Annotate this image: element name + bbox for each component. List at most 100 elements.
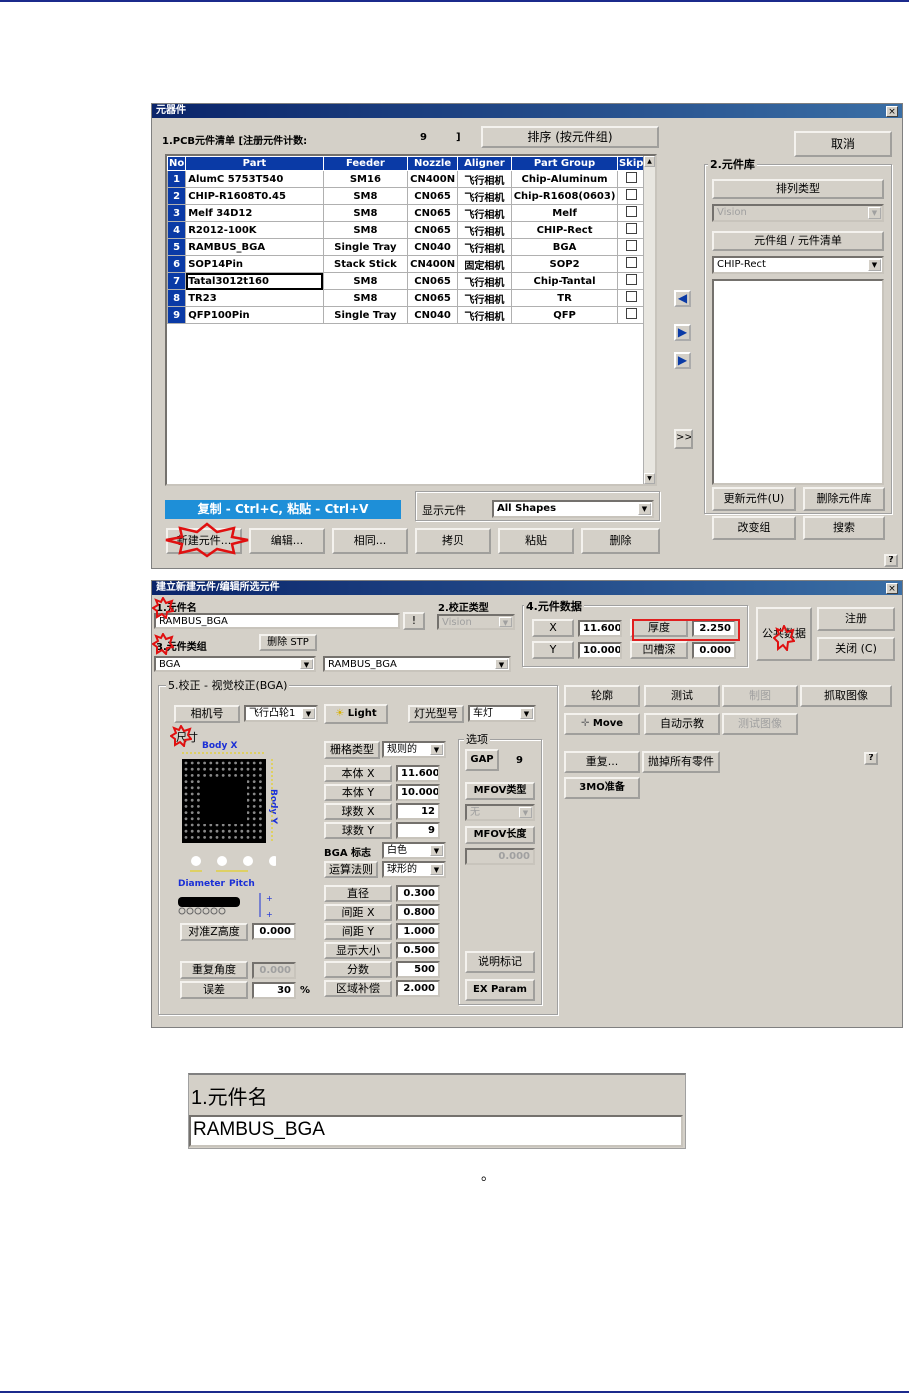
close-c-button[interactable]: 关闭 (C): [817, 637, 895, 661]
move-right-all-icon[interactable]: ▶: [674, 352, 691, 369]
scroll-down-icon[interactable]: ▼: [644, 473, 655, 484]
outline-button[interactable]: 轮廓: [564, 685, 640, 707]
close-icon[interactable]: ×: [886, 106, 898, 117]
body-y-field[interactable]: 10.000: [396, 784, 440, 801]
skip-checkbox[interactable]: [625, 274, 637, 285]
register-button[interactable]: 注册: [817, 607, 895, 631]
x-value-field[interactable]: 11.600: [578, 620, 622, 637]
mfov-length-button[interactable]: MFOV长度: [465, 826, 535, 844]
display-size-field[interactable]: 0.500: [396, 942, 440, 959]
sort-by-group-button[interactable]: 排序 (按元件组): [481, 126, 659, 148]
test-button[interactable]: 测试: [644, 685, 720, 707]
library-list[interactable]: [712, 279, 884, 485]
table-row[interactable]: 9 QFP100Pin Single Tray CN040 飞行相机 QFP: [166, 306, 645, 324]
auto-teach-button[interactable]: 自动示教: [644, 713, 720, 735]
skip-checkbox[interactable]: [625, 189, 637, 200]
part-list-scrollbar[interactable]: ▲ ▼: [643, 156, 655, 484]
y-value-field[interactable]: 10.000: [578, 642, 622, 659]
help-icon[interactable]: ?: [864, 752, 878, 765]
camera-select[interactable]: 飞行凸轮1 ▼: [244, 705, 318, 722]
show-part-select[interactable]: All Shapes ▼: [492, 500, 654, 518]
skip-checkbox[interactable]: [625, 291, 637, 302]
chevron-down-icon[interactable]: ▼: [300, 659, 313, 669]
zoom-part-name-input[interactable]: RAMBUS_BGA: [189, 1115, 683, 1147]
column-header[interactable]: Skip: [617, 156, 645, 171]
edit-button[interactable]: 编辑...: [249, 528, 325, 554]
grid-type-select[interactable]: 规则的 ▼: [382, 741, 446, 758]
part-name-warning-button[interactable]: !: [403, 612, 425, 630]
error-field[interactable]: 30: [252, 982, 296, 999]
recess-depth-field[interactable]: 0.000: [692, 642, 736, 659]
column-header[interactable]: Part Group: [510, 156, 619, 171]
table-row[interactable]: 3 Melf 34D12 SM8 CN065 飞行相机 Melf: [166, 204, 645, 222]
column-header[interactable]: No: [166, 156, 187, 171]
delete-stp-button[interactable]: 删除 STP: [259, 634, 317, 651]
table-row[interactable]: 1 AlumC 5753T540 SM16 CN400N 飞行相机 Chip-Alumin…: [166, 170, 645, 188]
table-row[interactable]: 6 SOP14Pin Stack Stick CN400N 固定相机 SOP2: [166, 255, 645, 273]
search-button[interactable]: 搜索: [803, 516, 885, 540]
part-subtype-select[interactable]: RAMBUS_BGA ▼: [323, 656, 511, 672]
pitch-y-field[interactable]: 1.000: [396, 923, 440, 940]
cancel-button[interactable]: 取消: [794, 131, 892, 157]
help-icon[interactable]: ?: [884, 554, 898, 567]
chevron-down-icon[interactable]: ▼: [430, 845, 443, 856]
ex-param-button[interactable]: EX Param: [465, 979, 535, 1001]
chevron-down-icon[interactable]: ▼: [638, 503, 651, 515]
light-type-select[interactable]: 车灯 ▼: [468, 705, 536, 722]
chevron-down-icon[interactable]: ▼: [520, 708, 533, 719]
close-icon[interactable]: ×: [886, 583, 898, 594]
mfov-length-field[interactable]: 0.000: [465, 848, 535, 865]
skip-checkbox[interactable]: [625, 308, 637, 319]
chevron-down-icon[interactable]: ▼: [868, 207, 881, 219]
ball-count-y-field[interactable]: 9: [396, 822, 440, 839]
draw-button[interactable]: 制图: [722, 685, 798, 707]
column-header[interactable]: Nozzle: [407, 156, 459, 171]
move-right-icon[interactable]: ▶: [674, 324, 691, 341]
pitch-x-field[interactable]: 0.800: [396, 904, 440, 921]
chevron-down-icon[interactable]: ▼: [430, 744, 443, 755]
skip-checkbox[interactable]: [625, 240, 637, 251]
skip-checkbox[interactable]: [625, 172, 637, 183]
algorithm-select[interactable]: 球形的 ▼: [382, 861, 446, 878]
mfov-type-button[interactable]: MFOV类型: [465, 782, 535, 800]
chevron-down-icon[interactable]: ▼: [519, 807, 532, 818]
gap-button[interactable]: GAP: [465, 749, 499, 771]
discard-all-parts-button[interactable]: 抛掉所有零件: [642, 751, 720, 773]
repeat-angle-field[interactable]: 0.000: [252, 962, 296, 979]
column-header[interactable]: Aligner: [457, 156, 512, 171]
repeat-button[interactable]: 重复...: [564, 751, 640, 773]
change-group-button[interactable]: 改变组: [712, 516, 796, 540]
light-button[interactable]: ☀ Light: [324, 704, 388, 724]
test-image-button[interactable]: 测试图像: [722, 713, 798, 735]
group-list-button[interactable]: 元件组 / 元件清单: [712, 231, 884, 251]
area-compensation-field[interactable]: 2.000: [396, 980, 440, 997]
move-left-icon[interactable]: ◀: [674, 290, 691, 307]
ball-count-x-field[interactable]: 12: [396, 803, 440, 820]
part-name-input[interactable]: RAMBUS_BGA: [154, 613, 400, 629]
paste-button[interactable]: 粘贴: [498, 528, 574, 554]
table-row[interactable]: 7 Tatal3012t160 SM8 CN065 飞行相机 Chip-Tantal: [166, 272, 645, 290]
delete-library-button[interactable]: 删除元件库: [803, 487, 885, 511]
table-row[interactable]: 8 TR23 SM8 CN065 飞行相机 TR: [166, 289, 645, 307]
chevron-down-icon[interactable]: ▼: [499, 617, 512, 627]
note-mark-button[interactable]: 说明标记: [465, 951, 535, 973]
grab-image-button[interactable]: 抓取图像: [800, 685, 892, 707]
chevron-down-icon[interactable]: ▼: [868, 259, 881, 271]
skip-checkbox[interactable]: [625, 223, 637, 234]
skip-checkbox[interactable]: [625, 257, 637, 268]
sort-type-button[interactable]: 排列类型: [712, 179, 884, 199]
copy-button[interactable]: 拷贝: [415, 528, 491, 554]
sort-type-select[interactable]: Vision ▼: [712, 204, 884, 222]
column-header[interactable]: Feeder: [322, 156, 409, 171]
3mo-prepare-button[interactable]: 3MO准备: [564, 777, 640, 799]
same-button[interactable]: 相同...: [332, 528, 408, 554]
body-x-field[interactable]: 11.600: [396, 765, 440, 782]
move-button[interactable]: ✛ Move: [564, 713, 640, 735]
score-field[interactable]: 500: [396, 961, 440, 978]
align-type-select[interactable]: Vision ▼: [437, 614, 515, 630]
delete-button[interactable]: 删除: [581, 528, 660, 554]
skip-checkbox[interactable]: [625, 206, 637, 217]
chevron-down-icon[interactable]: ▼: [495, 659, 508, 669]
align-z-height-field[interactable]: 0.000: [252, 923, 296, 940]
part-type-select[interactable]: BGA ▼: [154, 656, 316, 672]
